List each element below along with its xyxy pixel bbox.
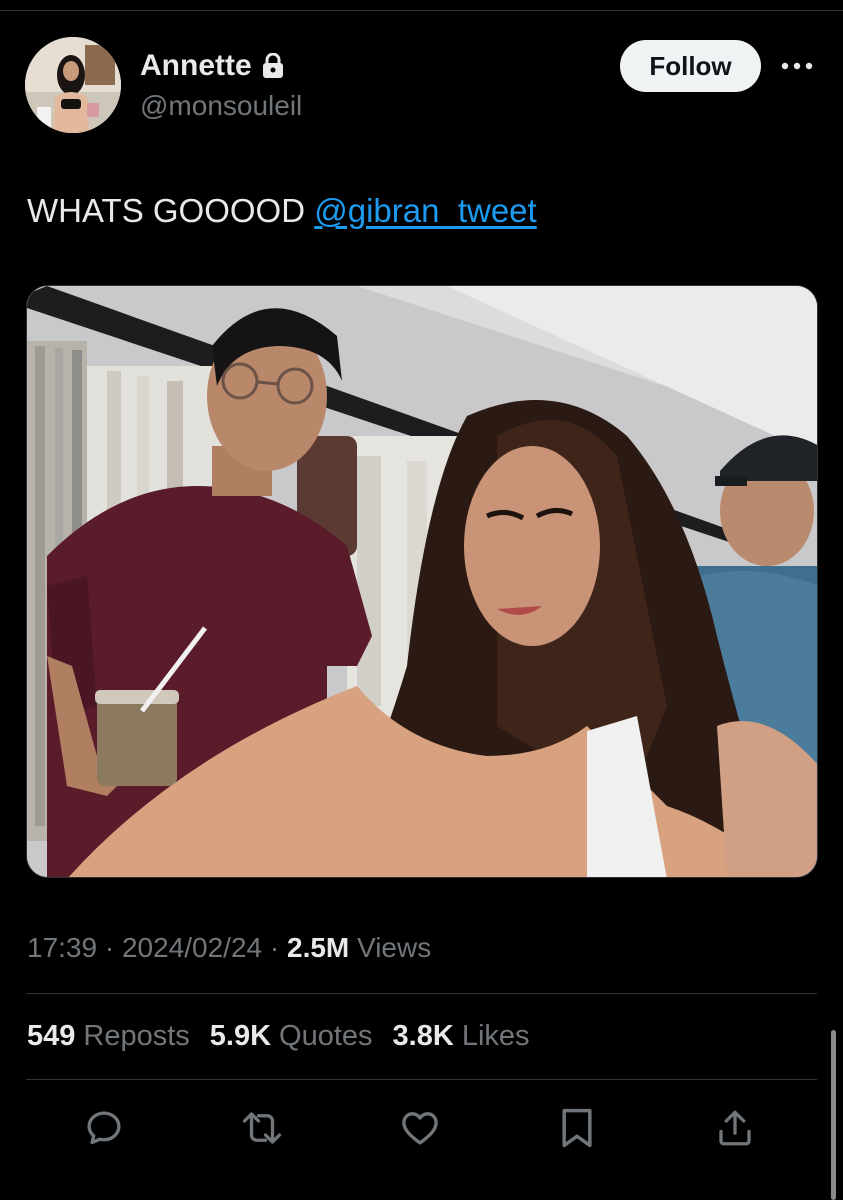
tweet-time[interactable]: 17:39 — [27, 932, 97, 963]
bookmark-button[interactable] — [553, 1104, 601, 1152]
likes-label: Likes — [461, 1020, 530, 1052]
avatar-image — [25, 37, 121, 133]
meta-separator: · — [104, 932, 115, 963]
share-button[interactable] — [711, 1104, 759, 1152]
tweet-body: WHATS GOOOOD — [27, 192, 315, 229]
lock-icon — [262, 53, 284, 79]
quotes-label: Quotes — [279, 1020, 373, 1052]
like-button[interactable] — [396, 1104, 444, 1152]
action-bar — [0, 1104, 843, 1152]
likes-stat[interactable]: 3.8K Likes — [393, 1018, 530, 1054]
views-label: Views — [357, 932, 432, 963]
share-icon — [719, 1110, 751, 1146]
repost-button[interactable] — [238, 1104, 286, 1152]
reposts-count: 549 — [27, 1020, 76, 1052]
views-count: 2.5M — [287, 932, 350, 963]
reposts-stat[interactable]: 549 Reposts — [27, 1018, 190, 1054]
like-icon — [402, 1112, 438, 1145]
follow-button[interactable]: Follow — [620, 40, 761, 92]
more-options-icon[interactable] — [777, 52, 817, 80]
avatar[interactable] — [25, 37, 121, 133]
quotes-count: 5.9K — [209, 1020, 272, 1052]
tweet-text: WHATS GOOOOD @gibran_tweet — [27, 190, 537, 232]
tweet-stats: 549 Reposts 5.9K Quotes 3.8K Likes — [27, 1018, 530, 1054]
quotes-stat[interactable]: 5.9K Quotes — [210, 1018, 373, 1054]
mention-link[interactable]: @gibran_tweet — [314, 192, 536, 229]
top-divider — [0, 10, 843, 11]
bookmark-icon — [562, 1108, 592, 1148]
likes-count: 3.8K — [392, 1020, 454, 1052]
tweet-date[interactable]: 2024/02/24 — [122, 932, 262, 963]
tweet-meta: 17:39 · 2024/02/24 · 2.5M Views — [27, 930, 431, 966]
meta-separator: · — [269, 932, 280, 963]
author-display-name[interactable]: Annette — [140, 48, 252, 84]
author-handle[interactable]: @monsouleil — [140, 89, 302, 123]
divider — [26, 1079, 817, 1080]
author-name-row: Annette — [140, 48, 284, 84]
reply-icon — [87, 1111, 121, 1145]
reply-button[interactable] — [80, 1104, 128, 1152]
repost-icon — [242, 1112, 282, 1144]
divider — [26, 993, 817, 994]
photo-image — [27, 286, 817, 877]
reposts-label: Reposts — [83, 1020, 190, 1052]
tweet-photo[interactable] — [26, 285, 818, 878]
scrollbar[interactable] — [831, 1030, 836, 1200]
